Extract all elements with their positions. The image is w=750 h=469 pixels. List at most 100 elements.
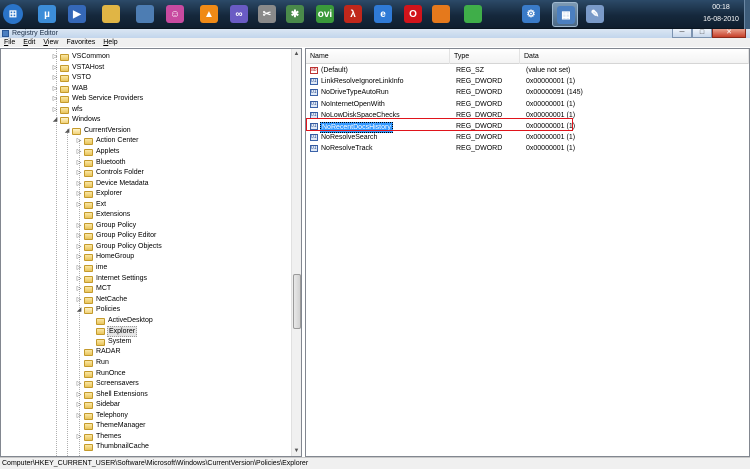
expand-arrow-icon[interactable]: ▷ [75,136,83,147]
expand-arrow-icon[interactable]: ▷ [75,168,83,179]
tree-node[interactable]: ▷ Applets [1,147,291,158]
tree-node[interactable]: ▷ Group Policy Objects [1,242,291,253]
tree-node[interactable]: ▷ Themes [1,432,291,443]
close-button[interactable]: ✕ [712,29,746,38]
maximize-button[interactable]: □ [692,29,712,38]
expand-arrow-icon[interactable]: ▷ [75,432,83,443]
tree-node[interactable]: System [1,337,291,348]
value-row[interactable]: NoResolveTrack REG_DWORD 0x00000001 (1) [308,143,748,155]
chrome-taskbar-button[interactable] [460,2,486,27]
tools-taskbar-button[interactable]: ✂ [254,2,280,27]
tree-vertical-scrollbar[interactable]: ▲ ▼ [291,49,301,456]
tree-node[interactable]: Extensions [1,210,291,221]
minimize-button[interactable]: ─ [672,29,692,38]
system-clock[interactable]: 00:18 16-08-2010 [696,2,746,26]
collapse-arrow-icon[interactable]: ◢ [63,126,71,137]
registry-editor-taskbar-button[interactable]: ▦ [552,2,578,27]
tree-node[interactable]: ▷ Controls Folder [1,168,291,179]
menu-favorites[interactable]: Favorites [62,38,99,47]
tree-node[interactable]: ▷ Sidebar [1,400,291,411]
tree-node[interactable]: ▷ MCT [1,284,291,295]
expand-arrow-icon[interactable]: ▷ [51,73,59,84]
expand-arrow-icon[interactable]: ▷ [75,400,83,411]
expand-arrow-icon[interactable]: ▷ [75,390,83,401]
tree-node[interactable]: RADAR [1,347,291,358]
value-row[interactable]: (Default) REG_SZ (value not set) [308,65,748,76]
tree-node[interactable]: ▷ Internet Settings [1,274,291,285]
tree-node[interactable]: ▷ Device Metadata [1,179,291,190]
firefox-taskbar-button[interactable] [428,2,454,27]
tree-node[interactable]: ▷ Group Policy [1,221,291,232]
expand-arrow-icon[interactable]: ▷ [75,179,83,190]
value-row[interactable]: NoResolveSearch REG_DWORD 0x00000001 (1) [308,132,748,143]
expand-arrow-icon[interactable]: ▷ [75,284,83,295]
menu-file[interactable]: File [0,38,19,47]
tree-node[interactable]: ▷ Group Policy Editor [1,231,291,242]
tree-node[interactable]: ▷ NetCache [1,295,291,306]
vlc-taskbar-button[interactable]: ▲ [196,2,222,27]
column-header-data[interactable]: Data [520,49,749,64]
collapse-arrow-icon[interactable]: ◢ [75,305,83,316]
expand-arrow-icon[interactable]: ▷ [75,252,83,263]
expand-arrow-icon[interactable]: ▷ [51,105,59,116]
tree-node[interactable]: ▷ HomeGroup [1,252,291,263]
expand-arrow-icon[interactable]: ▷ [75,411,83,422]
ovi-taskbar-button[interactable]: ovi [312,2,338,27]
tree-node[interactable]: ActiveDesktop [1,316,291,327]
expand-arrow-icon[interactable]: ▷ [51,52,59,63]
expand-arrow-icon[interactable]: ▷ [75,231,83,242]
expand-arrow-icon[interactable]: ▷ [75,158,83,169]
tree-node[interactable]: ▷ Action Center [1,136,291,147]
expand-arrow-icon[interactable]: ▷ [75,242,83,253]
start-orb-taskbar-button[interactable]: ⊞ [0,2,26,27]
utorrent-taskbar-button[interactable]: µ [34,2,60,27]
collapse-arrow-icon[interactable]: ◢ [51,115,59,126]
value-row[interactable]: NoDriveTypeAutoRun REG_DWORD 0x00000091 (1… [308,87,748,99]
media-player-taskbar-button[interactable]: ▶ [64,2,90,27]
tree-node[interactable]: ◢ CurrentVersion [1,126,291,137]
tree-node[interactable]: ▷ ime [1,263,291,274]
scroll-thumb[interactable] [293,274,301,329]
show-desktop-button[interactable] [744,0,750,29]
expand-arrow-icon[interactable]: ▷ [75,147,83,158]
tree-node[interactable]: RunOnce [1,369,291,380]
tree-node[interactable]: ▷ Telephony [1,411,291,422]
tree-node[interactable]: ThemeManager [1,421,291,432]
tree-node[interactable]: ▷ Ext [1,200,291,211]
system-gear-taskbar-button[interactable]: ⚙ [518,2,544,27]
messenger-taskbar-button[interactable]: ☺ [162,2,188,27]
tree-node[interactable]: Run [1,358,291,369]
tree-node[interactable]: ▷ VSCommon [1,52,291,63]
scroll-down-icon[interactable]: ▼ [292,446,301,456]
expand-arrow-icon[interactable]: ▷ [75,221,83,232]
menu-edit[interactable]: Edit [19,38,39,47]
tree-node[interactable]: ThumbnailCache [1,442,291,453]
paint-taskbar-button[interactable]: ✎ [582,2,608,27]
expand-arrow-icon[interactable]: ▷ [75,263,83,274]
registry-key-tree[interactable]: ▷ VSCommon ▷ VSTAHost ▷ VSTO ▷ WAB ▷ Web Service … [0,48,302,457]
expand-arrow-icon[interactable]: ▷ [75,274,83,285]
scroll-up-icon[interactable]: ▲ [292,49,301,59]
expand-arrow-icon[interactable]: ▷ [75,295,83,306]
tree-node[interactable]: ◢ Windows [1,115,291,126]
tree-node[interactable]: ▷ VSTAHost [1,63,291,74]
internet-explorer-taskbar-button[interactable]: e [370,2,396,27]
column-header-name[interactable]: Name [306,49,450,64]
tree-node[interactable]: ◢ Policies [1,305,291,316]
folder-taskbar-button[interactable] [98,2,124,27]
expand-arrow-icon[interactable]: ▷ [51,63,59,74]
tree-node[interactable]: ▷ Web Service Providers [1,94,291,105]
tree-node[interactable]: ▷ wfs [1,105,291,116]
tree-node[interactable]: ▷ Bluetooth [1,158,291,169]
column-header-type[interactable]: Type [450,49,520,64]
tree-node[interactable]: ▷ Shell Extensions [1,390,291,401]
expand-arrow-icon[interactable]: ▷ [75,379,83,390]
tree-node[interactable]: ▷ Screensavers [1,379,291,390]
tree-node[interactable]: ▷ VSTO [1,73,291,84]
expand-arrow-icon[interactable]: ▷ [51,84,59,95]
tree-node[interactable]: Explorer [1,326,291,338]
value-row[interactable]: NoInternetOpenWith REG_DWORD 0x00000001 (1… [308,99,748,110]
tree-node[interactable]: ▷ WAB [1,84,291,95]
menu-view[interactable]: View [39,38,62,47]
expand-arrow-icon[interactable]: ▷ [75,200,83,211]
